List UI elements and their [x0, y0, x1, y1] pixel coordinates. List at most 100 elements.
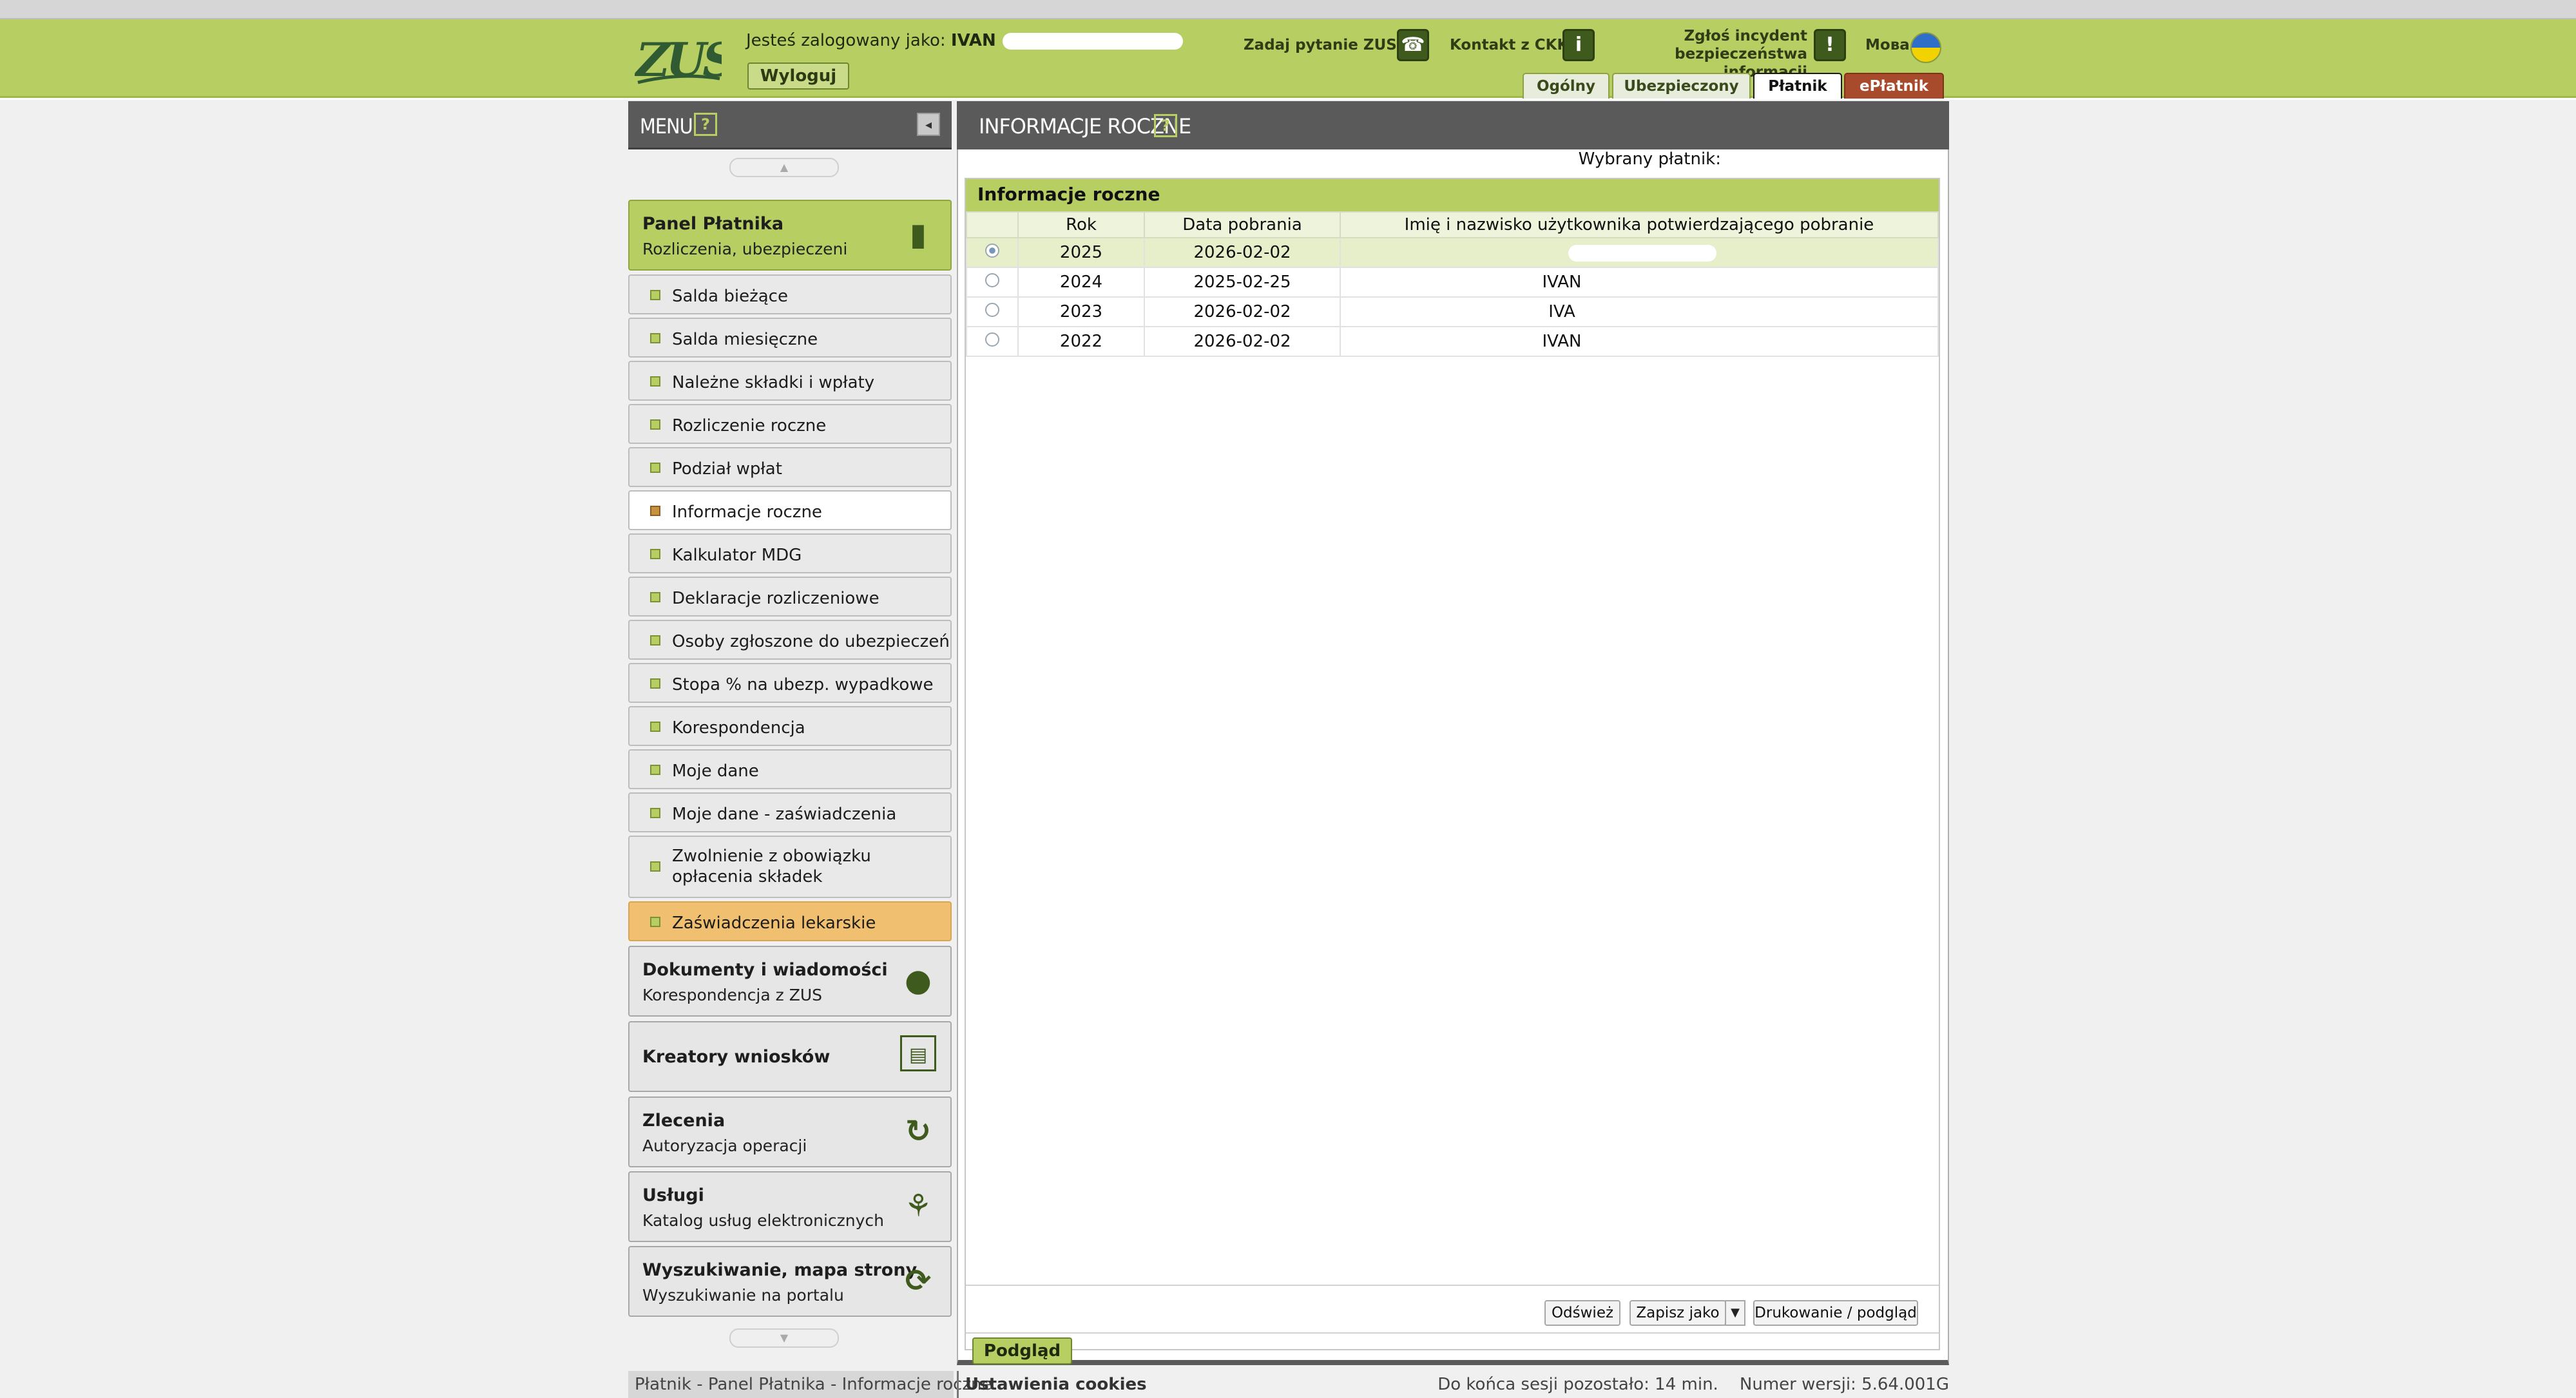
row-select-cell[interactable] [966, 267, 1019, 298]
header [0, 19, 2576, 98]
sidebar-item-zwolnienie[interactable]: Zwolnienie z obowiązku opłacenia składek [628, 836, 952, 898]
tab-ogolny[interactable]: Ogólny [1523, 73, 1610, 99]
table-row[interactable]: 2022 2026-02-02 IVAN [966, 326, 1939, 357]
sidebar-item-label: Moje dane [672, 761, 759, 781]
tab-platnik[interactable]: Płatnik [1753, 73, 1842, 99]
column-header[interactable]: Data pobrania [1144, 211, 1341, 238]
year-cell: 2023 [1017, 296, 1145, 327]
section-wyszukiwanie[interactable]: Wyszukiwanie, mapa strony Wyszukiwanie n… [628, 1246, 952, 1317]
user-name: IVAN [1542, 273, 1582, 292]
sidebar-item-label: Podział wpłat [672, 459, 782, 479]
bullet-icon [650, 376, 660, 387]
table-row[interactable]: 2024 2025-02-25 IVAN [966, 267, 1939, 298]
main-content: Wybrany płatnik: Informacje roczne Rok D… [957, 149, 1949, 1365]
bullet-icon [650, 635, 660, 646]
date-cell: 2026-02-02 [1144, 326, 1341, 357]
question-bubble-icon[interactable]: ☎ [1397, 29, 1429, 61]
section-dokumenty[interactable]: Dokumenty i wiadomości Korespondencja z … [628, 946, 952, 1017]
user-cell [1340, 237, 1939, 268]
row-select-cell[interactable] [966, 296, 1019, 327]
zus-logo[interactable]: ZUS [635, 32, 722, 87]
section-zlecenia[interactable]: Zlecenia Autoryzacja operacji ↻ [628, 1096, 952, 1167]
section-title: Informacje roczne [966, 179, 1939, 211]
ask-zus-link[interactable]: Zadaj pytanie ZUS [1244, 36, 1397, 54]
annual-info-section: Informacje roczne Rok Data pobrania Imię… [965, 178, 1940, 1364]
language-link[interactable]: Мова [1865, 36, 1910, 54]
print-preview-button[interactable]: Drukowanie / podgląd [1753, 1300, 1918, 1326]
sidebar-item-salda-miesieczne[interactable]: Salda miesięczne [628, 318, 952, 358]
sidebar-item-nalezne-skladki[interactable]: Należne składki i wpłaty [628, 361, 952, 401]
sidebar-item-moje-dane[interactable]: Moje dane [628, 749, 952, 789]
sidebar-item-label: Deklaracje rozliczeniowe [672, 589, 879, 608]
divider [966, 1332, 1939, 1334]
alert-icon[interactable]: ! [1814, 29, 1846, 61]
cookie-settings-link[interactable]: Ustawienia cookies [957, 1371, 1147, 1398]
table-row[interactable]: 2023 2026-02-02 IVA [966, 296, 1939, 327]
bullet-icon [650, 808, 660, 818]
year-cell: 2022 [1017, 326, 1145, 357]
sidebar-item-rozliczenie-roczne[interactable]: Rozliczenie roczne [628, 404, 952, 444]
section-subtitle: Korespondencja z ZUS [642, 986, 823, 1004]
page-help-icon[interactable]: ? [1154, 114, 1177, 137]
sync-icon: ⟳ [905, 1263, 932, 1299]
sidebar-item-stopa-wypadkowe[interactable]: Stopa % na ubezp. wypadkowe [628, 663, 952, 703]
main-header: INFORMACJE ROCZNE ? [957, 101, 1949, 149]
selected-payer: Wybrany płatnik: [1579, 149, 1940, 169]
menu-scroll-up-button[interactable]: ▲ [729, 158, 839, 177]
contact-ckk-link[interactable]: Kontakt z CKK [1450, 36, 1568, 54]
preview-button[interactable]: Podgląd [972, 1337, 1072, 1364]
row-radio[interactable] [985, 273, 999, 287]
menu-scroll-down-button[interactable]: ▼ [729, 1328, 839, 1348]
bullet-icon [650, 765, 660, 775]
section-title: Zlecenia [642, 1111, 726, 1131]
user-cell: IVAN [1340, 267, 1939, 298]
save-as-button[interactable]: Zapisz jako [1629, 1300, 1726, 1326]
column-header[interactable]: Rok [1017, 211, 1145, 238]
section-title: Usługi [642, 1185, 704, 1205]
info-icon[interactable]: i [1562, 29, 1595, 61]
section-kreatory[interactable]: Kreatory wniosków ▤ [628, 1021, 952, 1092]
sidebar-item-zaswiadczenia-lekarskie[interactable]: Zaświadczenia lekarskie [628, 901, 952, 941]
sidebar-item-osoby-zgloszone[interactable]: Osoby zgłoszone do ubezpieczeń [628, 620, 952, 660]
menu-header: MENU ? ◂ [628, 101, 952, 149]
bullet-icon [650, 722, 660, 732]
sidebar-item-korespondencja[interactable]: Korespondencja [628, 706, 952, 746]
collapse-menu-icon[interactable]: ◂ [917, 113, 940, 136]
sidebar-item-label: Zwolnienie z obowiązku opłacenia składek [672, 847, 871, 886]
row-select-cell[interactable] [966, 237, 1019, 268]
ukraine-flag-icon[interactable] [1910, 32, 1941, 63]
row-select-cell[interactable] [966, 326, 1019, 357]
sidebar-item-informacje-roczne[interactable]: Informacje roczne [628, 490, 952, 530]
menu-help-icon[interactable]: ? [694, 113, 717, 136]
section-uslugi[interactable]: Usługi Katalog usług elektronicznych ⚘ [628, 1171, 952, 1242]
sidebar-item-label: Informacje roczne [672, 503, 822, 522]
sidebar-item-moje-dane-zaswiadczenia[interactable]: Moje dane - zaświadczenia [628, 792, 952, 832]
chevron-down-icon[interactable]: ▼ [1725, 1300, 1745, 1326]
tab-ubezpieczony[interactable]: Ubezpieczony [1612, 73, 1751, 99]
year-cell: 2024 [1017, 267, 1145, 298]
redacted-mask [1727, 151, 1940, 168]
tab-eplatnik[interactable]: ePłatnik [1844, 73, 1944, 99]
refresh-button[interactable]: Odśwież [1544, 1300, 1620, 1326]
sidebar-item-salda-biezace[interactable]: Salda bieżące [628, 274, 952, 314]
sidebar-item-kalkulator-mdg[interactable]: Kalkulator MDG [628, 533, 952, 573]
bullet-icon [650, 419, 660, 430]
section-subtitle: Katalog usług elektronicznych [642, 1211, 884, 1230]
table-row[interactable]: 2025 2026-02-02 [966, 237, 1939, 268]
redacted-mask [1588, 274, 1736, 291]
date-cell: 2025-02-25 [1144, 267, 1341, 298]
row-radio[interactable] [985, 303, 999, 317]
logged-in-label: Jesteś zalogowany jako: [746, 31, 946, 50]
sidebar-item-podzial-wplat[interactable]: Podział wpłat [628, 447, 952, 487]
row-radio[interactable] [985, 244, 999, 258]
section-title: Wyszukiwanie, mapa strony [642, 1260, 918, 1280]
row-radio[interactable] [985, 332, 999, 347]
sidebar-item-deklaracje[interactable]: Deklaracje rozliczeniowe [628, 577, 952, 617]
panel-platnika[interactable]: Panel Płatnika Rozliczenia, ubezpieczeni… [628, 200, 952, 271]
payer-label: Wybrany płatnik: [1578, 149, 1721, 169]
sidebar-item-label: Zaświadczenia lekarskie [672, 914, 876, 933]
logout-button[interactable]: Wyloguj [747, 62, 849, 90]
logged-in-user: IVAN [950, 31, 996, 50]
column-header[interactable]: Imię i nazwisko użytkownika potwierdzają… [1340, 211, 1939, 238]
incident-line1: Zgłoś incydent [1684, 28, 1808, 44]
